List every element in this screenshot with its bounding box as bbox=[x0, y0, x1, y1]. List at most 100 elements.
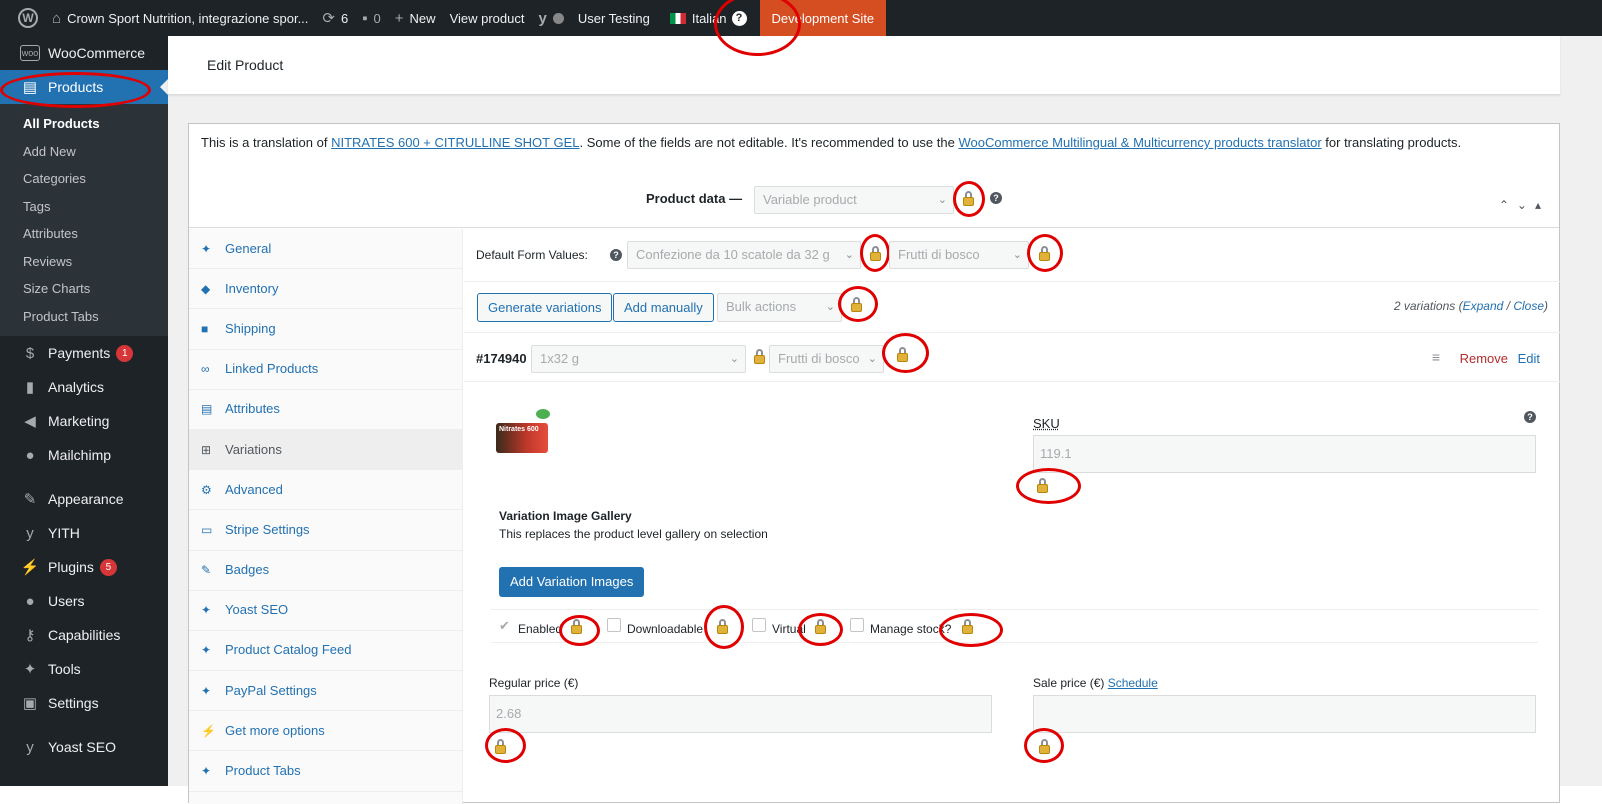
annotation-circle bbox=[704, 605, 744, 649]
toggle-arrow-icon[interactable]: ▴ bbox=[1535, 198, 1549, 212]
product-data-label: Product data — bbox=[646, 191, 743, 206]
downloadable-checkbox[interactable] bbox=[607, 618, 621, 632]
variations-panel: Default Form Values: ? Confezione da 10 … bbox=[464, 229, 1560, 804]
close-link[interactable]: Close bbox=[1513, 299, 1544, 313]
menu-mailchimp[interactable]: ● Mailchimp bbox=[0, 438, 168, 472]
tab-get-more-options[interactable]: ⚡ Get more options bbox=[189, 711, 462, 752]
sale-price-field[interactable] bbox=[1033, 695, 1536, 733]
annotation-circle bbox=[1024, 728, 1064, 763]
user-testing-link[interactable]: User Testing bbox=[571, 0, 657, 36]
annotation-circle bbox=[939, 613, 1003, 647]
submenu-reviews[interactable]: Reviews bbox=[0, 248, 168, 276]
submenu-attributes[interactable]: Attributes bbox=[0, 220, 168, 248]
tab-linked-products[interactable]: ∞ Linked Products bbox=[189, 350, 462, 390]
chevron-down-icon[interactable]: ⌄ bbox=[1517, 198, 1535, 212]
postbox-controls[interactable]: ⌃⌄▴ bbox=[1499, 198, 1549, 212]
status-dot-icon bbox=[552, 12, 564, 24]
admin-bar: W ⌂ Crown Sport Nutrition, integrazione s… bbox=[0, 0, 1602, 36]
variation-image[interactable]: Nitrates 600 bbox=[494, 409, 554, 469]
virtual-checkbox[interactable] bbox=[752, 618, 766, 632]
original-product-link[interactable]: NITRATES 600 + CITRULLINE SHOT GEL bbox=[331, 135, 579, 150]
tab-yoast-seo[interactable]: ✦ Yoast SEO bbox=[189, 591, 462, 631]
chart-bar-icon: ▮ bbox=[25, 379, 35, 396]
menu-woocommerce[interactable]: woo WooCommerce bbox=[0, 36, 168, 70]
menu-appearance[interactable]: ✎ Appearance bbox=[0, 482, 168, 516]
variations-count: 2 variations (Expand / Close) bbox=[1393, 299, 1548, 313]
tab-badges[interactable]: ✎ Badges bbox=[189, 551, 462, 591]
submenu-add-new[interactable]: Add New bbox=[0, 138, 168, 166]
remove-variation-link[interactable]: Remove bbox=[1460, 351, 1508, 366]
grid-icon: ⊞ bbox=[201, 442, 212, 457]
menu-analytics[interactable]: ▮ Analytics bbox=[0, 370, 168, 404]
menu-settings[interactable]: ▣ Settings bbox=[0, 686, 168, 720]
submenu-size-charts[interactable]: Size Charts bbox=[0, 275, 168, 303]
menu-plugins[interactable]: ⚡ Plugins 5 bbox=[0, 550, 168, 584]
new-content-link[interactable]: + New bbox=[388, 0, 443, 36]
view-product-link[interactable]: View product bbox=[443, 0, 532, 36]
annotation-circle bbox=[485, 728, 526, 763]
edit-variation-link[interactable]: Edit bbox=[1518, 351, 1540, 366]
tab-shipping[interactable]: ■ Shipping bbox=[189, 309, 462, 350]
tab-attributes[interactable]: ▤ Attributes bbox=[189, 390, 462, 430]
chevron-up-icon[interactable]: ⌃ bbox=[1499, 198, 1517, 212]
tab-advanced[interactable]: ⚙ Advanced bbox=[189, 470, 462, 511]
submenu-all-products[interactable]: All Products bbox=[0, 110, 168, 138]
bulk-actions-select[interactable]: Bulk actions ⌄ bbox=[717, 293, 842, 322]
variation-id: #174940 bbox=[476, 351, 527, 366]
annotation-circle bbox=[838, 286, 878, 322]
product-type-select[interactable]: Variable product ⌄ bbox=[754, 186, 954, 214]
menu-yoast-seo[interactable]: y Yoast SEO bbox=[0, 730, 168, 764]
updates-link[interactable]: ⟳ 6 bbox=[315, 0, 355, 36]
page-title: Edit Product bbox=[207, 57, 284, 73]
add-manually-button[interactable]: Add manually bbox=[613, 293, 714, 322]
brush-icon: ✎ bbox=[23, 491, 37, 508]
dollar-icon: $ bbox=[25, 344, 35, 362]
menu-users[interactable]: ● Users bbox=[0, 584, 168, 618]
tab-variations[interactable]: ⊞ Variations bbox=[189, 429, 462, 471]
gallery-description: This replaces the product level gallery … bbox=[499, 527, 768, 541]
menu-payments[interactable]: $ Payments 1 bbox=[0, 336, 168, 370]
chevron-down-icon: ⌄ bbox=[729, 353, 739, 365]
annotation-circle bbox=[953, 181, 985, 217]
default-pack-select[interactable]: Confezione da 10 scatole da 32 g ⌄ bbox=[627, 241, 861, 269]
menu-tools[interactable]: ✦ Tools bbox=[0, 652, 168, 686]
enabled-checkbox[interactable]: ✔ bbox=[499, 618, 510, 634]
generate-variations-button[interactable]: Generate variations bbox=[477, 293, 613, 322]
sku-field[interactable]: 119.1 bbox=[1033, 435, 1536, 473]
plugins-badge: 5 bbox=[99, 558, 117, 576]
comments-link[interactable]: ▪ 0 bbox=[355, 0, 388, 36]
tab-inventory[interactable]: ◆ Inventory bbox=[189, 269, 462, 310]
schedule-link[interactable]: Schedule bbox=[1108, 676, 1158, 690]
tab-paypal-settings[interactable]: ✦ PayPal Settings bbox=[189, 671, 462, 712]
variation-header-row: #174940 1x32 g ⌄ Frutti di bosco ⌄ ≡ Remov… bbox=[464, 333, 1560, 382]
drag-handle-icon[interactable]: ≡ bbox=[1432, 349, 1440, 365]
mailchimp-icon: ● bbox=[25, 446, 35, 464]
manage-stock-checkbox[interactable] bbox=[850, 618, 864, 632]
help-icon: ? bbox=[990, 192, 1002, 204]
submenu-product-tabs[interactable]: Product Tabs bbox=[0, 303, 168, 331]
yoast-menu[interactable]: y bbox=[531, 0, 570, 36]
annotation-circle bbox=[882, 333, 929, 373]
menu-yith[interactable]: y YITH bbox=[0, 516, 168, 550]
menu-marketing[interactable]: ◀ Marketing bbox=[0, 404, 168, 438]
translator-link[interactable]: WooCommerce Multilingual & Multicurrency… bbox=[958, 135, 1321, 150]
default-flavor-select[interactable]: Frutti di bosco ⌄ bbox=[889, 241, 1029, 269]
regular-price-label: Regular price (€) bbox=[489, 676, 579, 690]
tab-stripe-settings[interactable]: ▭ Stripe Settings bbox=[189, 510, 462, 551]
refresh-icon: ⟳ bbox=[322, 10, 335, 27]
regular-price-field[interactable]: 2.68 bbox=[489, 695, 992, 733]
add-variation-images-button[interactable]: Add Variation Images bbox=[499, 567, 645, 597]
annotation-circle bbox=[860, 234, 890, 272]
wordpress-logo-icon[interactable]: W bbox=[0, 0, 45, 36]
submenu-tags[interactable]: Tags bbox=[0, 193, 168, 221]
variation-flavor-select[interactable]: Frutti di bosco ⌄ bbox=[769, 345, 884, 373]
menu-capabilities[interactable]: ⚷ Capabilities bbox=[0, 618, 168, 652]
tab-general[interactable]: ✦ General bbox=[189, 229, 462, 270]
green-badge-icon bbox=[536, 409, 550, 419]
variation-size-select[interactable]: 1x32 g ⌄ bbox=[531, 345, 746, 373]
submenu-categories[interactable]: Categories bbox=[0, 165, 168, 193]
expand-link[interactable]: Expand bbox=[1463, 299, 1504, 313]
tab-product-catalog-feed[interactable]: ✦ Product Catalog Feed bbox=[189, 631, 462, 672]
main-content: Edit Product This is a translation of NI… bbox=[168, 36, 1602, 804]
site-name-link[interactable]: ⌂ Crown Sport Nutrition, integrazione spo… bbox=[45, 0, 315, 36]
